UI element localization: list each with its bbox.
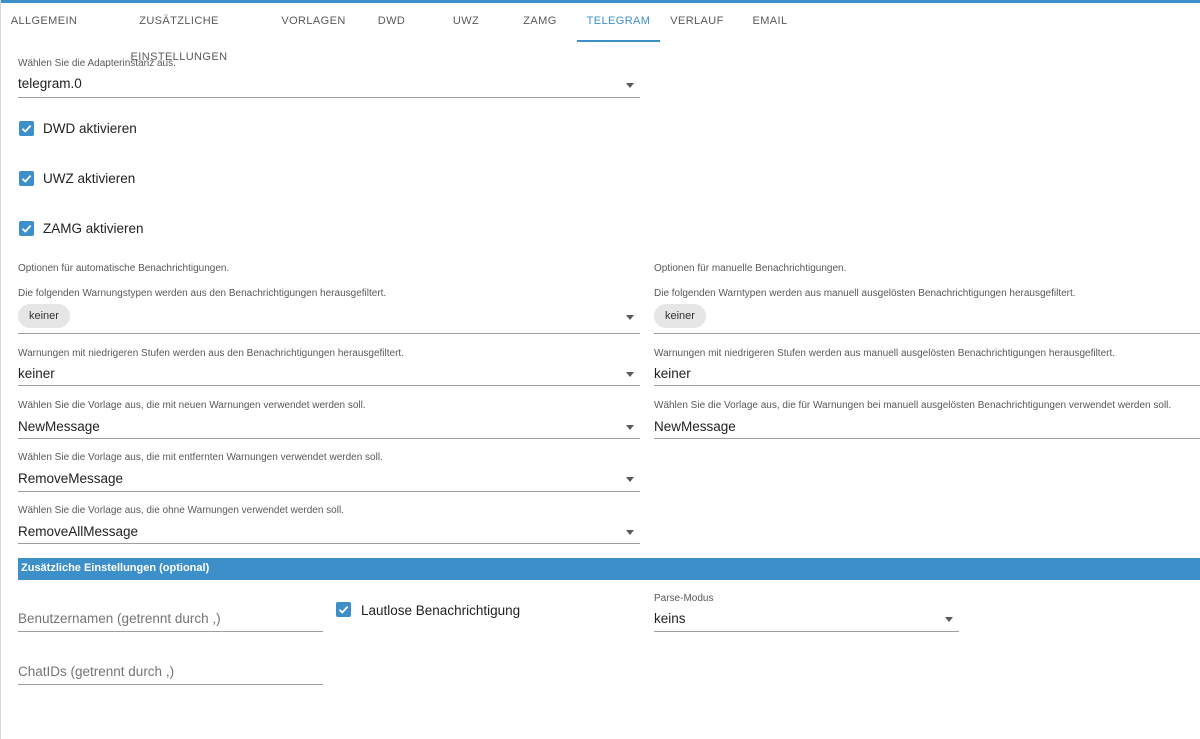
tab-email[interactable]: EMAIL [738,3,802,41]
tab-allgemein[interactable]: ALLGEMEIN [6,3,82,41]
manual-template-value: NewMessage [654,419,736,434]
auto-template-removed-select[interactable]: RemoveMessage [18,466,640,491]
auto-template-new-value: NewMessage [18,419,100,434]
tab-bar: ALLGEMEIN ZUSÄTZLICHE EINSTELLUNGEN VORL… [0,3,1200,63]
chevron-down-icon [626,372,634,377]
tab-dwd[interactable]: DWD [359,3,424,41]
silent-notification-label[interactable]: Lautlose Benachrichtigung [361,603,520,618]
active-tab-indicator [577,40,660,42]
usernames-placeholder: Benutzernamen (getrennt durch ,) [18,611,221,626]
parse-mode-label: Parse-Modus [654,593,714,604]
uwz-checkbox[interactable] [19,171,34,186]
tab-zamg[interactable]: ZAMG [507,3,573,41]
filter-chip[interactable]: keiner [654,304,706,328]
chevron-down-icon [945,617,953,622]
silent-notification-checkbox[interactable] [336,602,351,617]
auto-filter-level-underline [18,385,640,386]
uwz-checkbox-label[interactable]: UWZ aktivieren [43,171,135,186]
auto-template-removed-label: Wählen Sie die Vorlage aus, die mit entf… [18,452,383,463]
manual-filter-types-underline [654,333,1200,334]
check-icon [21,124,32,133]
auto-template-none-label: Wählen Sie die Vorlage aus, die ohne War… [18,505,344,516]
manual-filter-level-select[interactable]: keiner [654,362,1200,385]
chevron-down-icon [626,530,634,535]
parse-mode-value: keins [654,611,686,626]
usernames-underline [18,631,323,632]
extra-settings-header-title: Zusätzliche Einstellungen (optional) [21,562,210,574]
chevron-down-icon [626,425,634,430]
manual-filter-level-label: Warnungen mit niedrigeren Stufen werden … [654,348,1116,359]
check-icon [338,605,349,614]
instance-select[interactable]: telegram.0 [18,72,640,98]
auto-template-new-label: Wählen Sie die Vorlage aus, die mit neue… [18,400,366,411]
zamg-checkbox-label[interactable]: ZAMG aktivieren [43,221,144,236]
auto-heading: Optionen für automatische Benachrichtigu… [18,263,230,274]
chevron-down-icon [626,83,634,88]
manual-template-label: Wählen Sie die Vorlage aus, die für Warn… [654,400,1172,411]
instance-value: telegram.0 [18,76,82,91]
check-icon [21,174,32,183]
auto-template-none-select[interactable]: RemoveAllMessage [18,519,640,543]
auto-template-removed-underline [18,491,640,492]
parse-mode-select[interactable]: keins [654,607,959,631]
chevron-down-icon [626,477,634,482]
parse-mode-underline [654,631,959,632]
auto-template-new-underline [18,438,640,439]
instance-label: Wählen Sie die Adapterinstanz aus. [18,58,176,69]
tab-uwz[interactable]: UWZ [432,3,500,41]
manual-filter-level-value: keiner [654,366,691,381]
auto-filter-types-select[interactable]: keiner [18,303,640,333]
dwd-checkbox-label[interactable]: DWD aktivieren [43,121,137,136]
auto-template-new-select[interactable]: NewMessage [18,414,640,438]
left-border [0,0,1,739]
auto-filter-level-value: keiner [18,366,55,381]
auto-template-none-value: RemoveAllMessage [18,524,139,539]
manual-filter-types-select[interactable]: keiner [654,303,1200,333]
auto-template-removed-value: RemoveMessage [18,471,124,486]
auto-filter-level-label: Warnungen mit niedrigeren Stufen werden … [18,348,404,359]
chevron-down-icon [626,315,634,320]
auto-filter-types-underline [18,333,640,334]
dwd-checkbox[interactable] [19,121,34,136]
manual-template-underline [654,438,1200,439]
tab-telegram[interactable]: TELEGRAM [577,3,660,41]
extra-settings-header: Zusätzliche Einstellungen (optional) [18,558,1200,580]
instance-underline [18,97,640,98]
tab-zusaetzliche-einstellungen[interactable]: ZUSÄTZLICHE EINSTELLUNGEN [90,3,268,63]
filter-chip[interactable]: keiner [18,304,70,328]
auto-filter-types-label: Die folgenden Warnungstypen werden aus d… [18,288,387,299]
manual-heading: Optionen für manuelle Benachrichtigungen… [654,263,847,274]
zamg-checkbox[interactable] [19,221,34,236]
chatids-input[interactable]: ChatIDs (getrennt durch ,) [18,657,323,684]
manual-filter-level-underline [654,385,1200,386]
tab-vorlagen[interactable]: VORLAGEN [276,3,351,41]
chatids-underline [18,684,323,685]
usernames-input[interactable]: Benutzernamen (getrennt durch ,) [18,604,323,631]
manual-template-select[interactable]: NewMessage [654,414,1200,438]
check-icon [21,224,32,233]
tab-verlauf[interactable]: VERLAUF [664,3,730,41]
auto-template-none-underline [18,543,640,544]
manual-filter-types-label: Die folgenden Warntypen werden aus manue… [654,288,1076,299]
chatids-placeholder: ChatIDs (getrennt durch ,) [18,664,175,679]
auto-filter-level-select[interactable]: keiner [18,362,640,385]
